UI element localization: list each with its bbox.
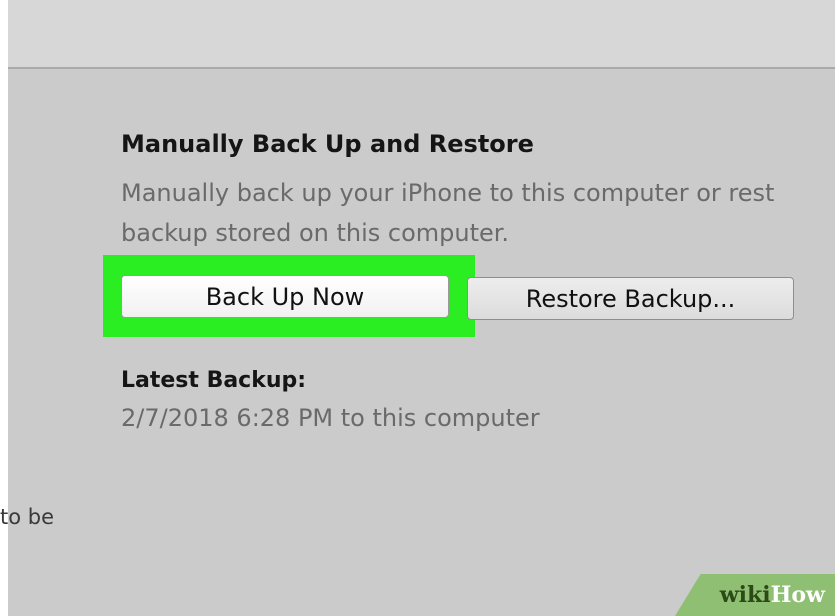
description-line-1: Manually back up your iPhone to this com… [121,179,775,207]
top-toolbar-area [8,0,835,69]
wikihow-watermark: wiki How [675,574,835,616]
description-line-2: backup stored on this computer. [121,219,510,247]
itunes-backup-panel: Manually Back Up and Restore Manually ba… [8,0,835,616]
restore-backup-button[interactable]: Restore Backup... [467,277,794,320]
watermark-how: How [770,582,825,608]
side-text-fragment: to be [0,505,55,529]
section-title: Manually Back Up and Restore [121,130,534,158]
latest-backup-title: Latest Backup: [121,368,307,393]
latest-backup-value: 2/7/2018 6:28 PM to this computer [121,404,540,432]
back-up-now-button[interactable]: Back Up Now [121,275,449,318]
watermark-wiki: wiki [719,582,771,608]
section-description: Manually back up your iPhone to this com… [121,173,835,253]
